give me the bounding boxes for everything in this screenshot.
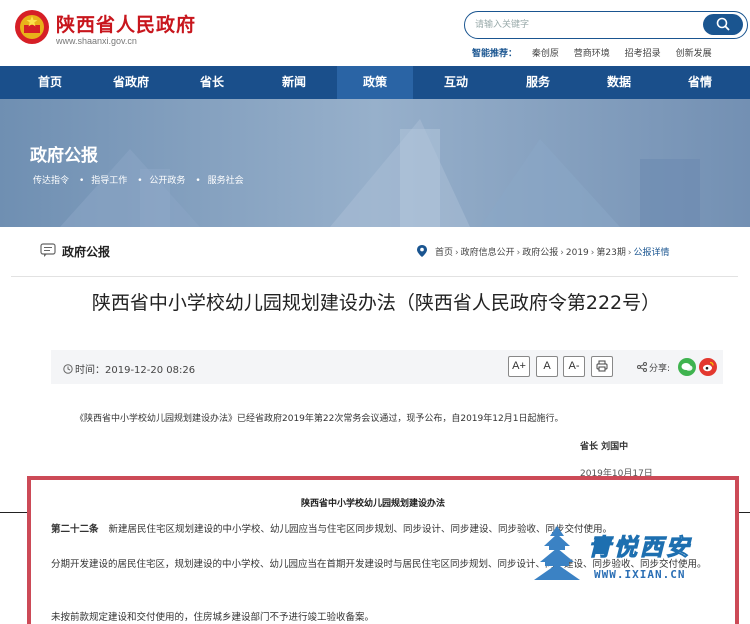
breadcrumb-item[interactable]: 2019 <box>566 248 589 258</box>
share-icon <box>637 362 647 372</box>
nav-item-news[interactable]: 新闻 <box>259 66 329 99</box>
nav-item-services[interactable]: 服务 <box>503 66 573 99</box>
watermark-text: 青悦西安 <box>588 534 692 562</box>
banner-link[interactable]: 传达指令 <box>33 176 69 186</box>
nav-item-policy[interactable]: 政策 <box>337 66 413 99</box>
chevron-right-icon: › <box>516 248 521 258</box>
main-nav: 首页 省政府 省长 新闻 政策 互动 服务 数据 省情 <box>0 66 750 99</box>
nav-item-province-info[interactable]: 省情 <box>665 66 735 99</box>
breadcrumb-item[interactable]: 第23期 <box>596 248 625 258</box>
article-number: 第二十二条 <box>51 524 99 535</box>
article-toolbar: 时间：2019-12-20 08:26 A+ A A- 分享: <box>51 350 723 384</box>
banner-link[interactable]: 指导工作 <box>91 176 127 186</box>
font-decrease-button[interactable]: A- <box>563 356 585 377</box>
weibo-share-icon[interactable] <box>699 358 717 376</box>
printer-icon <box>596 360 608 372</box>
article-title: 陕西省中小学校幼儿园规划建设办法（陕西省人民政府令第222号） <box>91 292 661 314</box>
bullet-dot: • <box>195 176 201 186</box>
page-banner: 政府公报 传达指令 • 指导工作 • 公开政务 • 服务社会 <box>0 99 750 227</box>
article-intro: 《陕西省中小学校幼儿园规划建设办法》已经省政府2019年第22次常务会议通过，现… <box>75 414 564 424</box>
smart-rec-item[interactable]: 秦创原 <box>532 49 559 59</box>
chevron-right-icon: › <box>560 248 564 258</box>
site-header: 陕西省人民政府 www.shaanxi.gov.cn 智能推荐： 秦创原 营商环… <box>0 0 750 66</box>
chevron-right-icon: › <box>455 248 459 258</box>
breadcrumb-item[interactable]: 政府公报 <box>522 248 558 258</box>
print-button[interactable] <box>591 356 613 377</box>
notice-icon <box>40 243 56 257</box>
smart-rec-label: 智能推荐： <box>472 49 518 59</box>
smart-rec-item[interactable]: 创新发展 <box>676 49 712 59</box>
site-title[interactable]: 陕西省人民政府 <box>56 10 196 37</box>
bullet-dot: • <box>137 176 143 186</box>
banner-title: 政府公报 <box>30 146 98 166</box>
smart-rec-item[interactable]: 招考招录 <box>625 49 661 59</box>
nav-item-interaction[interactable]: 互动 <box>421 66 491 99</box>
site-url: www.shaanxi.gov.cn <box>56 36 137 46</box>
banner-link[interactable]: 服务社会 <box>208 176 244 186</box>
location-pin-icon <box>417 245 427 257</box>
share-label-text: 分享: <box>649 364 671 374</box>
search-icon <box>716 17 730 31</box>
breadcrumb-current: 公报详情 <box>633 248 670 258</box>
publish-time: 时间：2019-12-20 08:26 <box>63 361 195 376</box>
search-input[interactable] <box>475 17 695 33</box>
publish-time-text: 时间：2019-12-20 08:26 <box>75 365 196 376</box>
wechat-share-icon[interactable] <box>678 358 696 376</box>
breadcrumb-item[interactable]: 首页 <box>435 248 453 258</box>
nav-item-governor[interactable]: 省长 <box>177 66 247 99</box>
section-header: 政府公报 首页 › 政府信息公开 › 政府公报 › 2019 › 第23期 › 公报详情 <box>11 227 738 277</box>
nav-item-home[interactable]: 首页 <box>15 66 85 99</box>
watermark-url: WWW.IXIAN.CN <box>594 568 686 581</box>
search-box <box>464 11 748 39</box>
banner-links: 传达指令 • 指导工作 • 公开政务 • 服务社会 <box>33 173 250 186</box>
share-label: 分享: <box>637 361 670 374</box>
excerpt-paragraph: 未按前款规定建设和交付使用的，住房城乡建设部门不予进行竣工验收备案。 <box>51 612 375 623</box>
chevron-right-icon: › <box>627 248 632 258</box>
chevron-right-icon: › <box>590 248 595 258</box>
pagoda-logo-icon <box>534 526 580 580</box>
excerpt-title: 陕西省中小学校幼儿园规划建设办法 <box>301 499 446 509</box>
font-default-button[interactable]: A <box>536 356 558 377</box>
bullet-dot: • <box>79 176 85 186</box>
national-emblem-icon <box>15 10 49 44</box>
clock-icon <box>63 364 73 374</box>
nav-item-province-gov[interactable]: 省政府 <box>96 66 166 99</box>
breadcrumb: 首页 › 政府信息公开 › 政府公报 › 2019 › 第23期 › 公报详情 <box>417 245 669 258</box>
font-increase-button[interactable]: A+ <box>508 356 530 377</box>
watermark: 青悦西安 WWW.IXIAN.CN <box>532 524 732 588</box>
smart-recommend: 智能推荐： 秦创原 营商环境 招考招录 创新发展 <box>472 46 724 59</box>
nav-item-data[interactable]: 数据 <box>584 66 654 99</box>
section-title: 政府公报 <box>62 245 111 259</box>
banner-link[interactable]: 公开政务 <box>149 176 185 186</box>
breadcrumb-item[interactable]: 政府信息公开 <box>461 248 515 258</box>
banner-background-image <box>0 99 750 227</box>
search-button[interactable] <box>703 14 743 35</box>
smart-rec-item[interactable]: 营商环境 <box>574 49 610 59</box>
article-signature: 省长 刘国中 <box>580 442 629 452</box>
excerpt-paragraph: 第二十二条 新建居民住宅区规划建设的中小学校、幼儿园应当与住宅区同步规划、同步设计… <box>51 521 612 535</box>
